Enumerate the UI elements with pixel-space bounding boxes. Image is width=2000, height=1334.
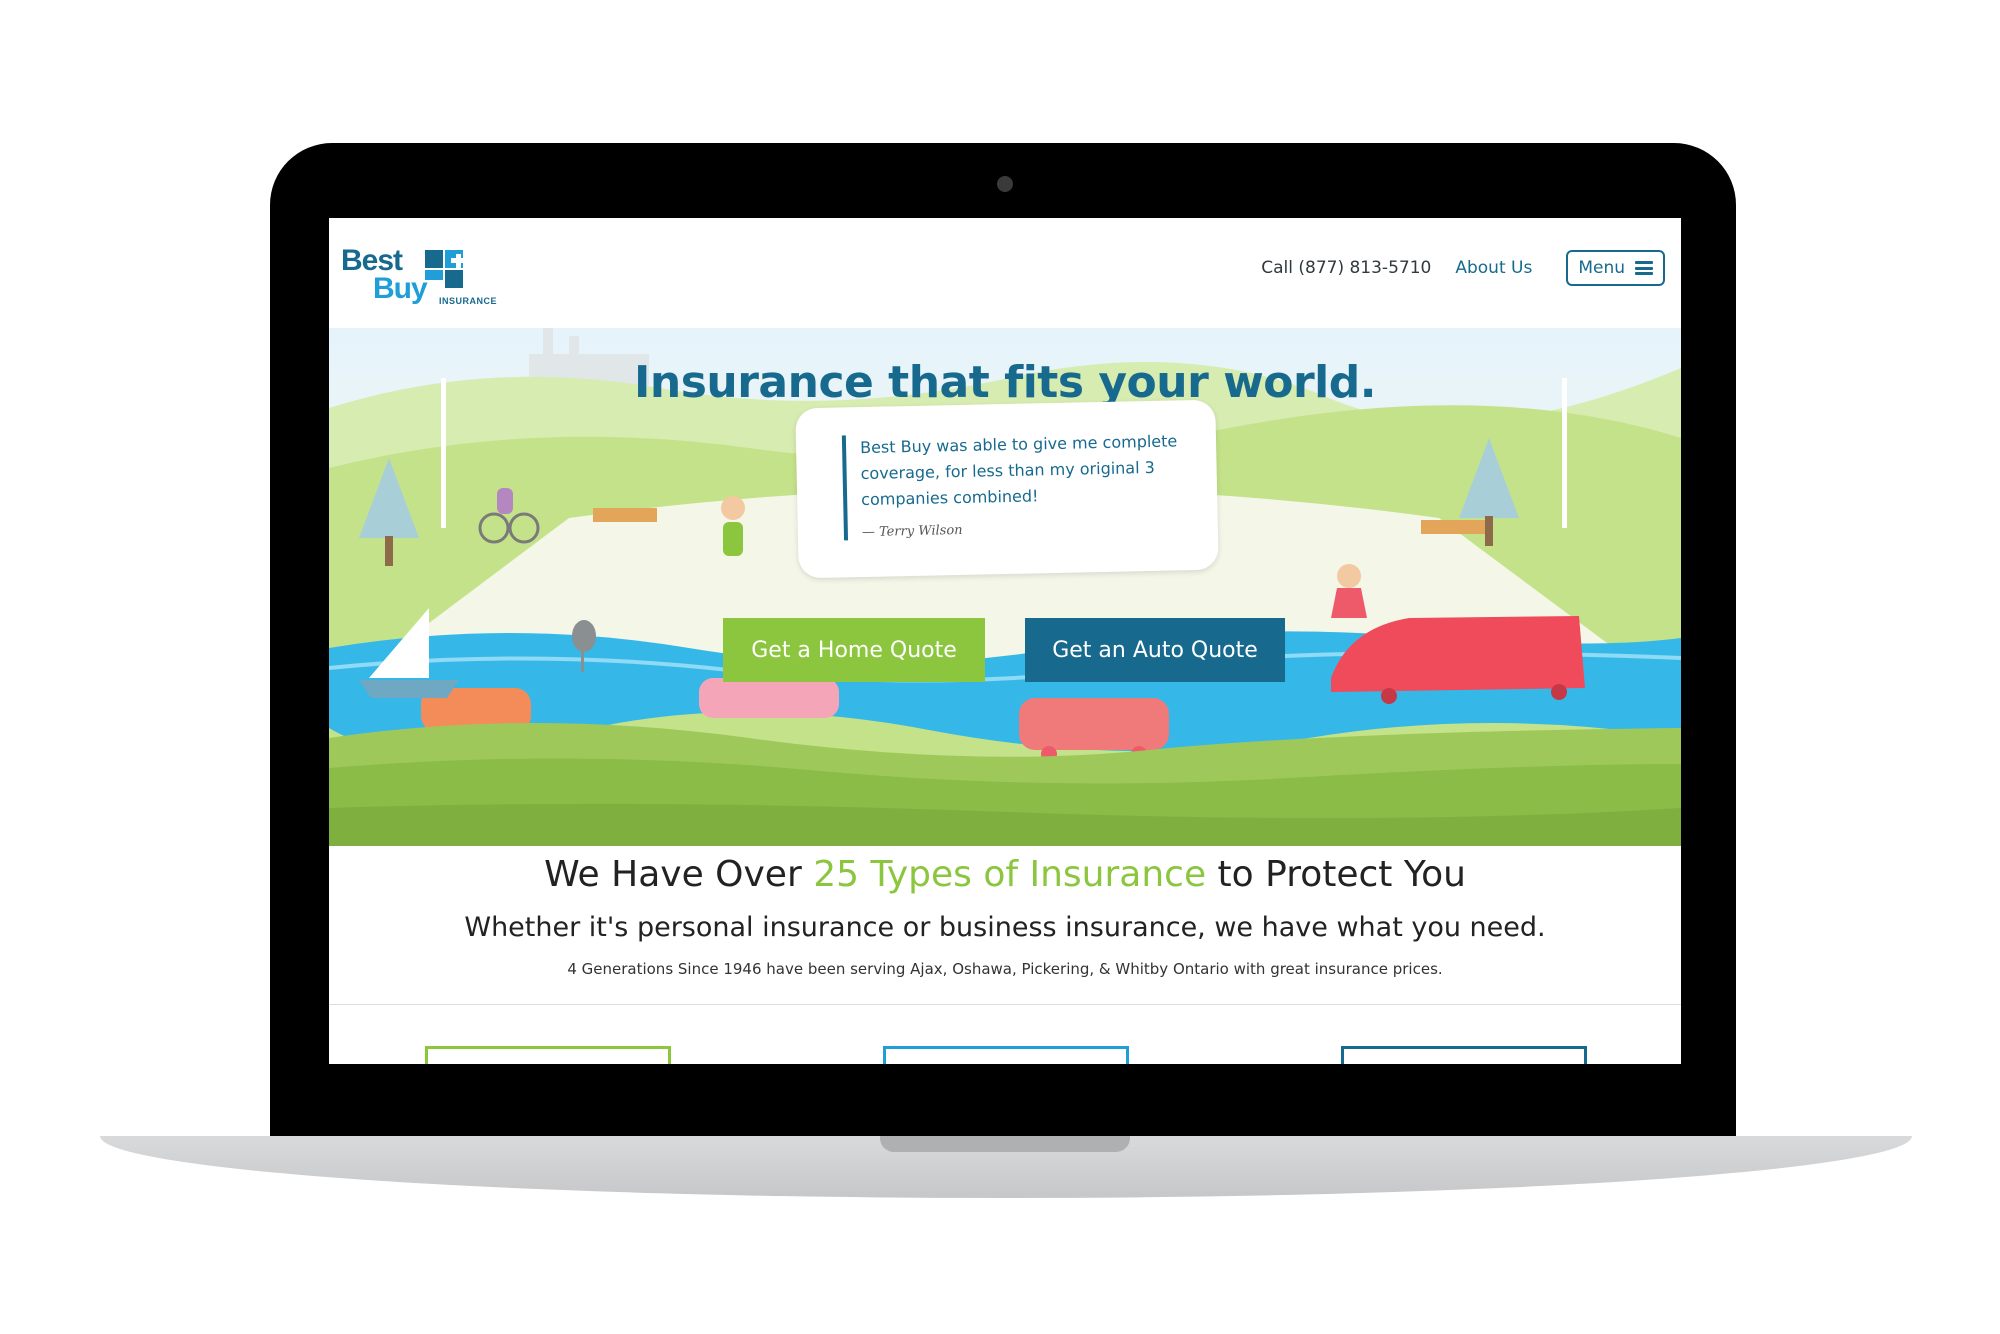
heading-highlight: 25 Types of Insurance <box>813 854 1207 895</box>
auto-quote-button[interactable]: Get an Auto Quote <box>1025 618 1285 682</box>
insurance-card-green[interactable] <box>425 1046 671 1064</box>
top-nav: Call (877) 813-5710 About Us Menu <box>1261 250 1665 286</box>
insurance-types-heading: We Have Over 25 Types of Insurance to Pr… <box>329 854 1681 895</box>
testimonial-quote: Best Buy was able to give me complete co… <box>859 431 1178 510</box>
logo-word-buy: Buy <box>373 272 428 305</box>
intro-subheading: Whether it's personal insurance or busin… <box>464 912 1546 943</box>
menu-label: Menu <box>1578 258 1625 278</box>
testimonial-card: Best Buy was able to give me complete co… <box>795 399 1219 579</box>
about-us-link[interactable]: About Us <box>1455 258 1532 278</box>
testimonial-body: Best Buy was able to give me complete co… <box>841 427 1202 541</box>
heading-prefix: We Have Over <box>544 854 814 895</box>
laptop-notch <box>880 1136 1130 1152</box>
call-phone-link[interactable]: Call (877) 813-5710 <box>1261 258 1431 278</box>
heading-suffix: to Protect You <box>1206 854 1466 895</box>
pink-car-icon <box>699 678 839 718</box>
brand-logo[interactable]: Best Buy INSURANCE <box>341 240 521 310</box>
laptop-screen: Best Buy INSURANCE Call (877) 813-5710 A… <box>329 218 1681 1064</box>
webcam-dot <box>997 176 1013 192</box>
insurance-card-darkblue[interactable] <box>1341 1046 1587 1064</box>
home-quote-button[interactable]: Get a Home Quote <box>723 618 985 682</box>
insurance-card-lightblue[interactable] <box>883 1046 1129 1064</box>
menu-button[interactable]: Menu <box>1566 250 1665 286</box>
site-header: Best Buy INSURANCE Call (877) 813-5710 A… <box>329 218 1681 328</box>
testimonial-author: — Terry Wilson <box>861 522 963 541</box>
intro-section: We Have Over 25 Types of Insurance to Pr… <box>329 846 1681 1064</box>
hero-title: Insurance that fits your world. <box>634 357 1376 409</box>
logo-subtitle: INSURANCE <box>439 296 498 306</box>
logo-puzzle-icon <box>425 250 467 288</box>
hero-section: Insurance that fits your world. Best Buy… <box>329 318 1681 846</box>
intro-tagline: 4 Generations Since 1946 have been servi… <box>567 960 1443 978</box>
section-divider <box>329 1004 1681 1005</box>
hamburger-icon <box>1635 261 1653 275</box>
